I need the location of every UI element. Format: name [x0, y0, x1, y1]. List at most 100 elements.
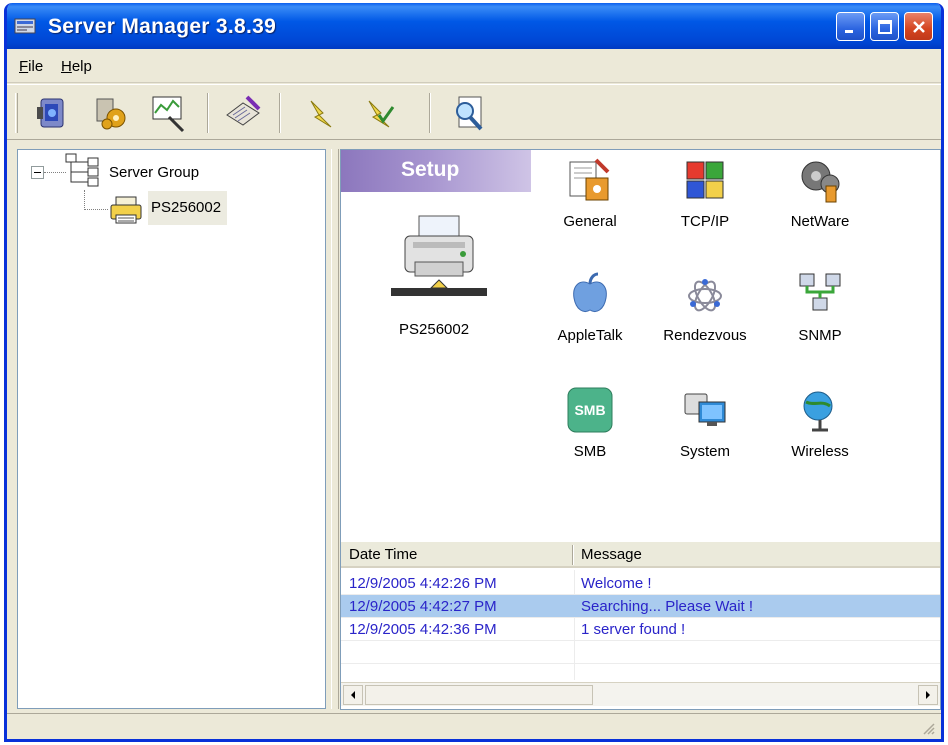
- menu-help-mnemonic: H: [61, 58, 72, 75]
- toolbar: [7, 84, 941, 140]
- scroll-right-button[interactable]: [918, 685, 938, 705]
- col-date-time[interactable]: Date Time: [349, 546, 417, 563]
- setup-panel: Setup PS256002 General TCP/IP NetWare Ap…: [340, 149, 941, 710]
- config-icon: [96, 98, 126, 130]
- toolbar-separator: [207, 93, 209, 133]
- setup-banner-title: Setup: [401, 158, 460, 181]
- scroll-thumb[interactable]: [365, 685, 593, 705]
- print-queue-icon: [226, 95, 261, 126]
- setup-general[interactable]: General: [535, 156, 645, 230]
- general-icon: [569, 158, 610, 201]
- log-row-empty: [341, 641, 940, 664]
- rendezvous-icon: [688, 279, 722, 312]
- main-window: Server Manager 3.8.39 File Help Server G…: [4, 3, 944, 742]
- maximize-button[interactable]: [870, 12, 899, 41]
- setup-wireless[interactable]: Wireless: [765, 386, 875, 460]
- menu-help[interactable]: Help: [61, 58, 92, 75]
- search-button[interactable]: [447, 91, 491, 135]
- log-message: 1 server found !: [581, 621, 686, 638]
- app-icon: [14, 17, 38, 37]
- flash-button[interactable]: [299, 91, 343, 135]
- arrow-left-icon: [351, 691, 355, 699]
- close-icon: [913, 21, 925, 33]
- monitor-icon: [152, 96, 185, 133]
- tree-connector: [84, 209, 108, 210]
- setup-system-label: System: [679, 443, 730, 460]
- netware-icon: [801, 161, 840, 203]
- appletalk-icon: [573, 272, 607, 312]
- setup-rendezvous-label: Rendezvous: [663, 327, 747, 344]
- flash-check-button[interactable]: [357, 91, 401, 135]
- config-button[interactable]: [89, 91, 133, 135]
- minimize-button[interactable]: [836, 12, 865, 41]
- minimize-icon: [845, 30, 853, 33]
- toolbar-grip[interactable]: [15, 93, 18, 133]
- log-header: Date Time Message: [341, 542, 940, 568]
- arrow-right-icon: [926, 691, 930, 699]
- setup-snmp[interactable]: SNMP: [765, 270, 875, 344]
- menu-file[interactable]: File: [19, 58, 43, 75]
- smb-icon: SMB: [567, 387, 613, 433]
- col-message[interactable]: Message: [581, 546, 642, 563]
- log-message: Welcome !: [581, 575, 652, 592]
- log-datetime: 12/9/2005 4:42:26 PM: [349, 575, 497, 592]
- setup-wireless-label: Wireless: [791, 443, 849, 460]
- pane-splitter[interactable]: [331, 149, 339, 709]
- setup-appletalk-label: AppleTalk: [557, 327, 623, 344]
- resize-grip-icon[interactable]: [921, 721, 935, 735]
- smb-icon-text: SMB: [574, 402, 605, 418]
- server-tree[interactable]: Server Group PS256002: [17, 149, 326, 709]
- menu-file-mnemonic: F: [19, 58, 29, 75]
- log-datetime: 12/9/2005 4:42:36 PM: [349, 621, 497, 638]
- monitor-button[interactable]: [147, 91, 191, 135]
- server-printer-icon: [108, 195, 144, 225]
- log-row-selected[interactable]: 12/9/2005 4:42:27 PM Searching... Please…: [341, 595, 940, 618]
- tree-server-node[interactable]: PS256002: [148, 191, 228, 225]
- setup-general-label: General: [563, 213, 617, 230]
- menu-file-rest: ile: [28, 58, 44, 75]
- tree-group-label[interactable]: Server Group: [109, 164, 199, 181]
- tree-server-label: PS256002: [151, 199, 222, 216]
- close-button[interactable]: [904, 12, 933, 41]
- connect-icon: [37, 98, 64, 128]
- window-title: Server Manager 3.8.39: [48, 15, 277, 38]
- setup-appletalk[interactable]: AppleTalk: [535, 270, 645, 344]
- log-message: Searching... Please Wait !: [581, 598, 754, 615]
- system-icon: [684, 393, 726, 426]
- status-bar: [7, 713, 941, 739]
- toolbar-separator: [279, 93, 281, 133]
- setup-tcpip-label: TCP/IP: [680, 213, 730, 230]
- maximize-icon: [878, 20, 892, 34]
- setup-smb[interactable]: SMB SMB: [535, 386, 645, 460]
- server-printer-large-icon[interactable]: [391, 212, 487, 304]
- title-bar[interactable]: Server Manager 3.8.39: [7, 3, 941, 49]
- scroll-left-button[interactable]: [343, 685, 363, 705]
- log-list[interactable]: Date Time Message 12/9/2005 4:42:26 PM W…: [341, 542, 940, 709]
- setup-netware-label: NetWare: [790, 213, 850, 230]
- setup-tcpip[interactable]: TCP/IP: [650, 156, 760, 230]
- tree-collapse-toggle[interactable]: [31, 166, 44, 179]
- server-group-icon: [64, 152, 104, 190]
- column-divider[interactable]: [572, 545, 574, 565]
- log-datetime: 12/9/2005 4:42:27 PM: [349, 598, 497, 615]
- toolbar-separator: [429, 93, 431, 133]
- setup-rendezvous[interactable]: Rendezvous: [650, 270, 760, 344]
- setup-system[interactable]: System: [650, 386, 760, 460]
- tcpip-icon: [686, 161, 724, 199]
- setup-netware[interactable]: NetWare: [765, 156, 875, 230]
- flash-check-icon: [368, 100, 395, 128]
- setup-banner: Setup: [341, 150, 531, 192]
- setup-server-name: PS256002: [399, 321, 470, 338]
- tree-connector: [44, 172, 66, 173]
- setup-snmp-label: SNMP: [798, 327, 842, 344]
- wireless-icon: [803, 391, 833, 432]
- print-queue-button[interactable]: [221, 91, 265, 135]
- log-row[interactable]: 12/9/2005 4:42:26 PM Welcome !: [341, 572, 940, 595]
- setup-smb-label: SMB: [573, 443, 607, 460]
- snmp-icon: [799, 273, 841, 311]
- menu-help-rest: elp: [71, 58, 92, 75]
- log-row[interactable]: 12/9/2005 4:42:36 PM 1 server found !: [341, 618, 940, 641]
- connect-button[interactable]: [29, 91, 73, 135]
- horizontal-scrollbar[interactable]: [341, 682, 940, 706]
- search-icon: [456, 96, 483, 131]
